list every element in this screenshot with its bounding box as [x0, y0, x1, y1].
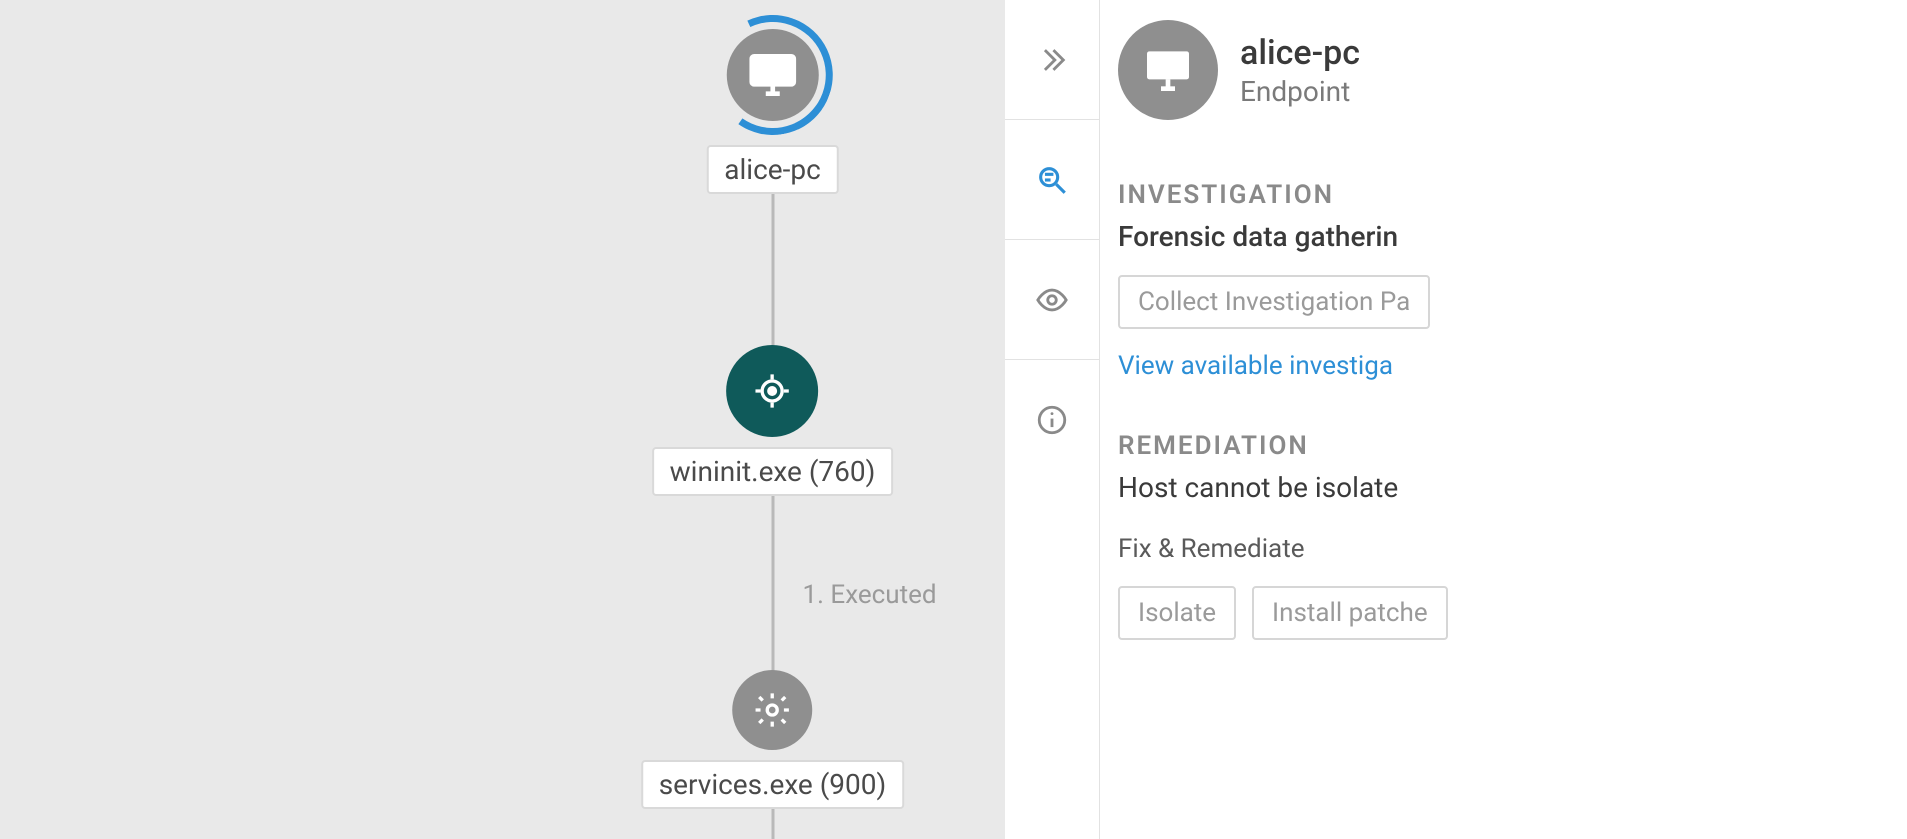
process-tree-panel: 1. Executed alice-pc — [0, 0, 1005, 839]
tab-view[interactable] — [1005, 240, 1099, 360]
monitor-icon — [1140, 42, 1196, 98]
tree-node-process[interactable]: wininit.exe (760) — [652, 345, 894, 496]
endpoint-avatar — [1118, 20, 1218, 120]
details-panel: alice-pc Endpoint INVESTIGATION Forensic… — [1100, 0, 1510, 839]
detail-tabstrip — [1005, 0, 1100, 839]
tree-connector — [771, 470, 774, 695]
eye-icon — [1035, 283, 1069, 317]
section-heading-investigation: INVESTIGATION — [1118, 180, 1510, 210]
install-patches-button[interactable]: Install patche — [1252, 586, 1448, 640]
tree-node-process[interactable]: services.exe (900) — [641, 670, 905, 809]
edge-label: 1. Executed — [803, 580, 937, 610]
search-doc-icon — [1035, 163, 1069, 197]
details-subtitle: Endpoint — [1240, 75, 1360, 108]
tab-investigate[interactable] — [1005, 120, 1099, 240]
investigation-subheading: Forensic data gatherin — [1118, 220, 1510, 253]
details-title: alice-pc — [1240, 33, 1360, 73]
fix-remediate-label: Fix & Remediate — [1118, 534, 1510, 564]
app-root: 1. Executed alice-pc — [0, 0, 1907, 839]
view-investigations-link[interactable]: View available investiga — [1118, 351, 1393, 381]
isolation-status: Host cannot be isolate — [1118, 471, 1510, 504]
info-icon — [1035, 403, 1069, 437]
node-label: alice-pc — [706, 145, 838, 194]
node-ring — [713, 15, 833, 135]
node-label: services.exe (900) — [641, 760, 905, 809]
gear-icon — [732, 670, 812, 750]
tab-expand[interactable] — [1005, 0, 1099, 120]
details-header: alice-pc Endpoint — [1118, 20, 1510, 120]
tab-info[interactable] — [1005, 360, 1099, 480]
chevrons-right-icon — [1035, 43, 1069, 77]
isolate-button[interactable]: Isolate — [1118, 586, 1236, 640]
section-heading-remediation: REMEDIATION — [1118, 431, 1510, 461]
tree-node-endpoint[interactable]: alice-pc — [706, 15, 838, 194]
process-tree[interactable]: 1. Executed alice-pc — [540, 0, 1005, 839]
target-icon — [726, 345, 818, 437]
collect-investigation-button[interactable]: Collect Investigation Pa — [1118, 275, 1430, 329]
node-label: wininit.exe (760) — [652, 447, 894, 496]
